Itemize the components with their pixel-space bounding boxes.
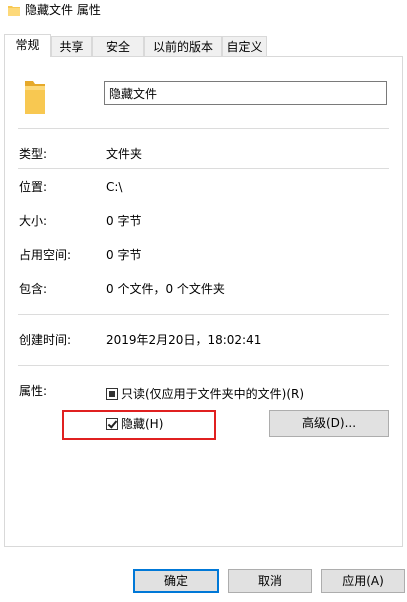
- readonly-label[interactable]: 只读(仅应用于文件夹中的文件)(R): [121, 386, 304, 402]
- created-label: 创建时间:: [19, 333, 72, 347]
- cancel-button[interactable]: 取消: [228, 569, 312, 593]
- hidden-checkbox[interactable]: [106, 418, 118, 430]
- advanced-button[interactable]: 高级(D)...: [269, 410, 389, 437]
- tab-general[interactable]: 常规: [4, 34, 51, 57]
- size-on-disk-value: 0 字节: [106, 248, 142, 262]
- tab-customize[interactable]: 自定义: [222, 36, 267, 56]
- separator: [18, 365, 389, 366]
- tab-previous-versions[interactable]: 以前的版本: [144, 36, 222, 56]
- readonly-checkbox[interactable]: [106, 388, 118, 400]
- tab-sharing[interactable]: 共享: [51, 36, 92, 56]
- size-label: 大小:: [19, 214, 48, 228]
- size-on-disk-label: 占用空间:: [19, 248, 72, 262]
- separator: [18, 314, 389, 315]
- separator: [18, 128, 389, 129]
- title-bar: 隐藏文件 属性: [0, 0, 407, 30]
- location-label: 位置:: [19, 180, 48, 194]
- folder-name-input[interactable]: [104, 81, 387, 105]
- contains-label: 包含:: [19, 282, 48, 296]
- separator: [18, 168, 389, 169]
- type-value: 文件夹: [106, 147, 143, 161]
- contains-value: 0 个文件，0 个文件夹: [106, 282, 225, 296]
- created-value: 2019年2月20日，18:02:41: [106, 333, 262, 347]
- ok-button[interactable]: 确定: [133, 569, 219, 593]
- location-value: C:\: [106, 180, 123, 194]
- hidden-label[interactable]: 隐藏(H): [121, 416, 163, 432]
- type-label: 类型:: [19, 147, 48, 161]
- folder-icon: [8, 6, 20, 16]
- tab-strip: 常规 共享 安全 以前的版本 自定义: [0, 34, 407, 57]
- general-panel: [4, 56, 403, 547]
- attributes-label: 属性:: [19, 384, 48, 398]
- window-title: 隐藏文件 属性: [25, 3, 101, 17]
- tab-security[interactable]: 安全: [92, 36, 144, 56]
- apply-button[interactable]: 应用(A): [321, 569, 405, 593]
- large-folder-icon: [25, 81, 45, 114]
- size-value: 0 字节: [106, 214, 142, 228]
